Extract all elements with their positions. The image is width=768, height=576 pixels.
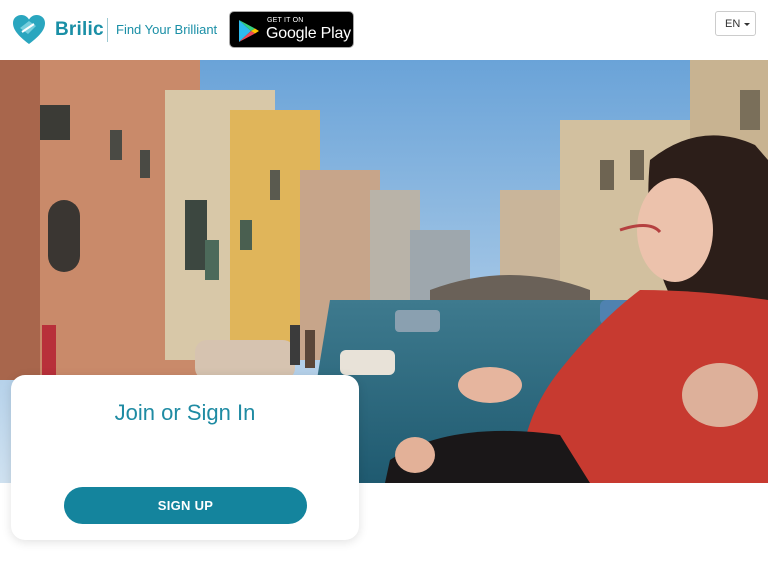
brand-name[interactable]: Brilic — [55, 19, 104, 41]
auth-card: Join or Sign In SIGN UP — [11, 375, 359, 540]
google-play-icon — [239, 20, 259, 42]
caret-down-icon — [744, 23, 750, 26]
top-header: Brilic Find Your Brilliant GET IT ON Goo… — [0, 0, 768, 60]
google-play-small-text: GET IT ON — [267, 17, 304, 24]
sign-up-button[interactable]: SIGN UP — [64, 487, 307, 524]
brand-divider — [107, 18, 108, 42]
auth-card-title: Join or Sign In — [114, 400, 256, 425]
brand-tagline: Find Your Brilliant — [116, 22, 218, 37]
google-play-big-text: Google Play — [266, 25, 351, 42]
language-label: EN — [725, 18, 741, 30]
brilic-heart-logo-icon[interactable] — [12, 14, 46, 46]
language-selector[interactable]: EN — [715, 11, 756, 36]
google-play-badge[interactable]: GET IT ON Google Play — [229, 11, 354, 48]
